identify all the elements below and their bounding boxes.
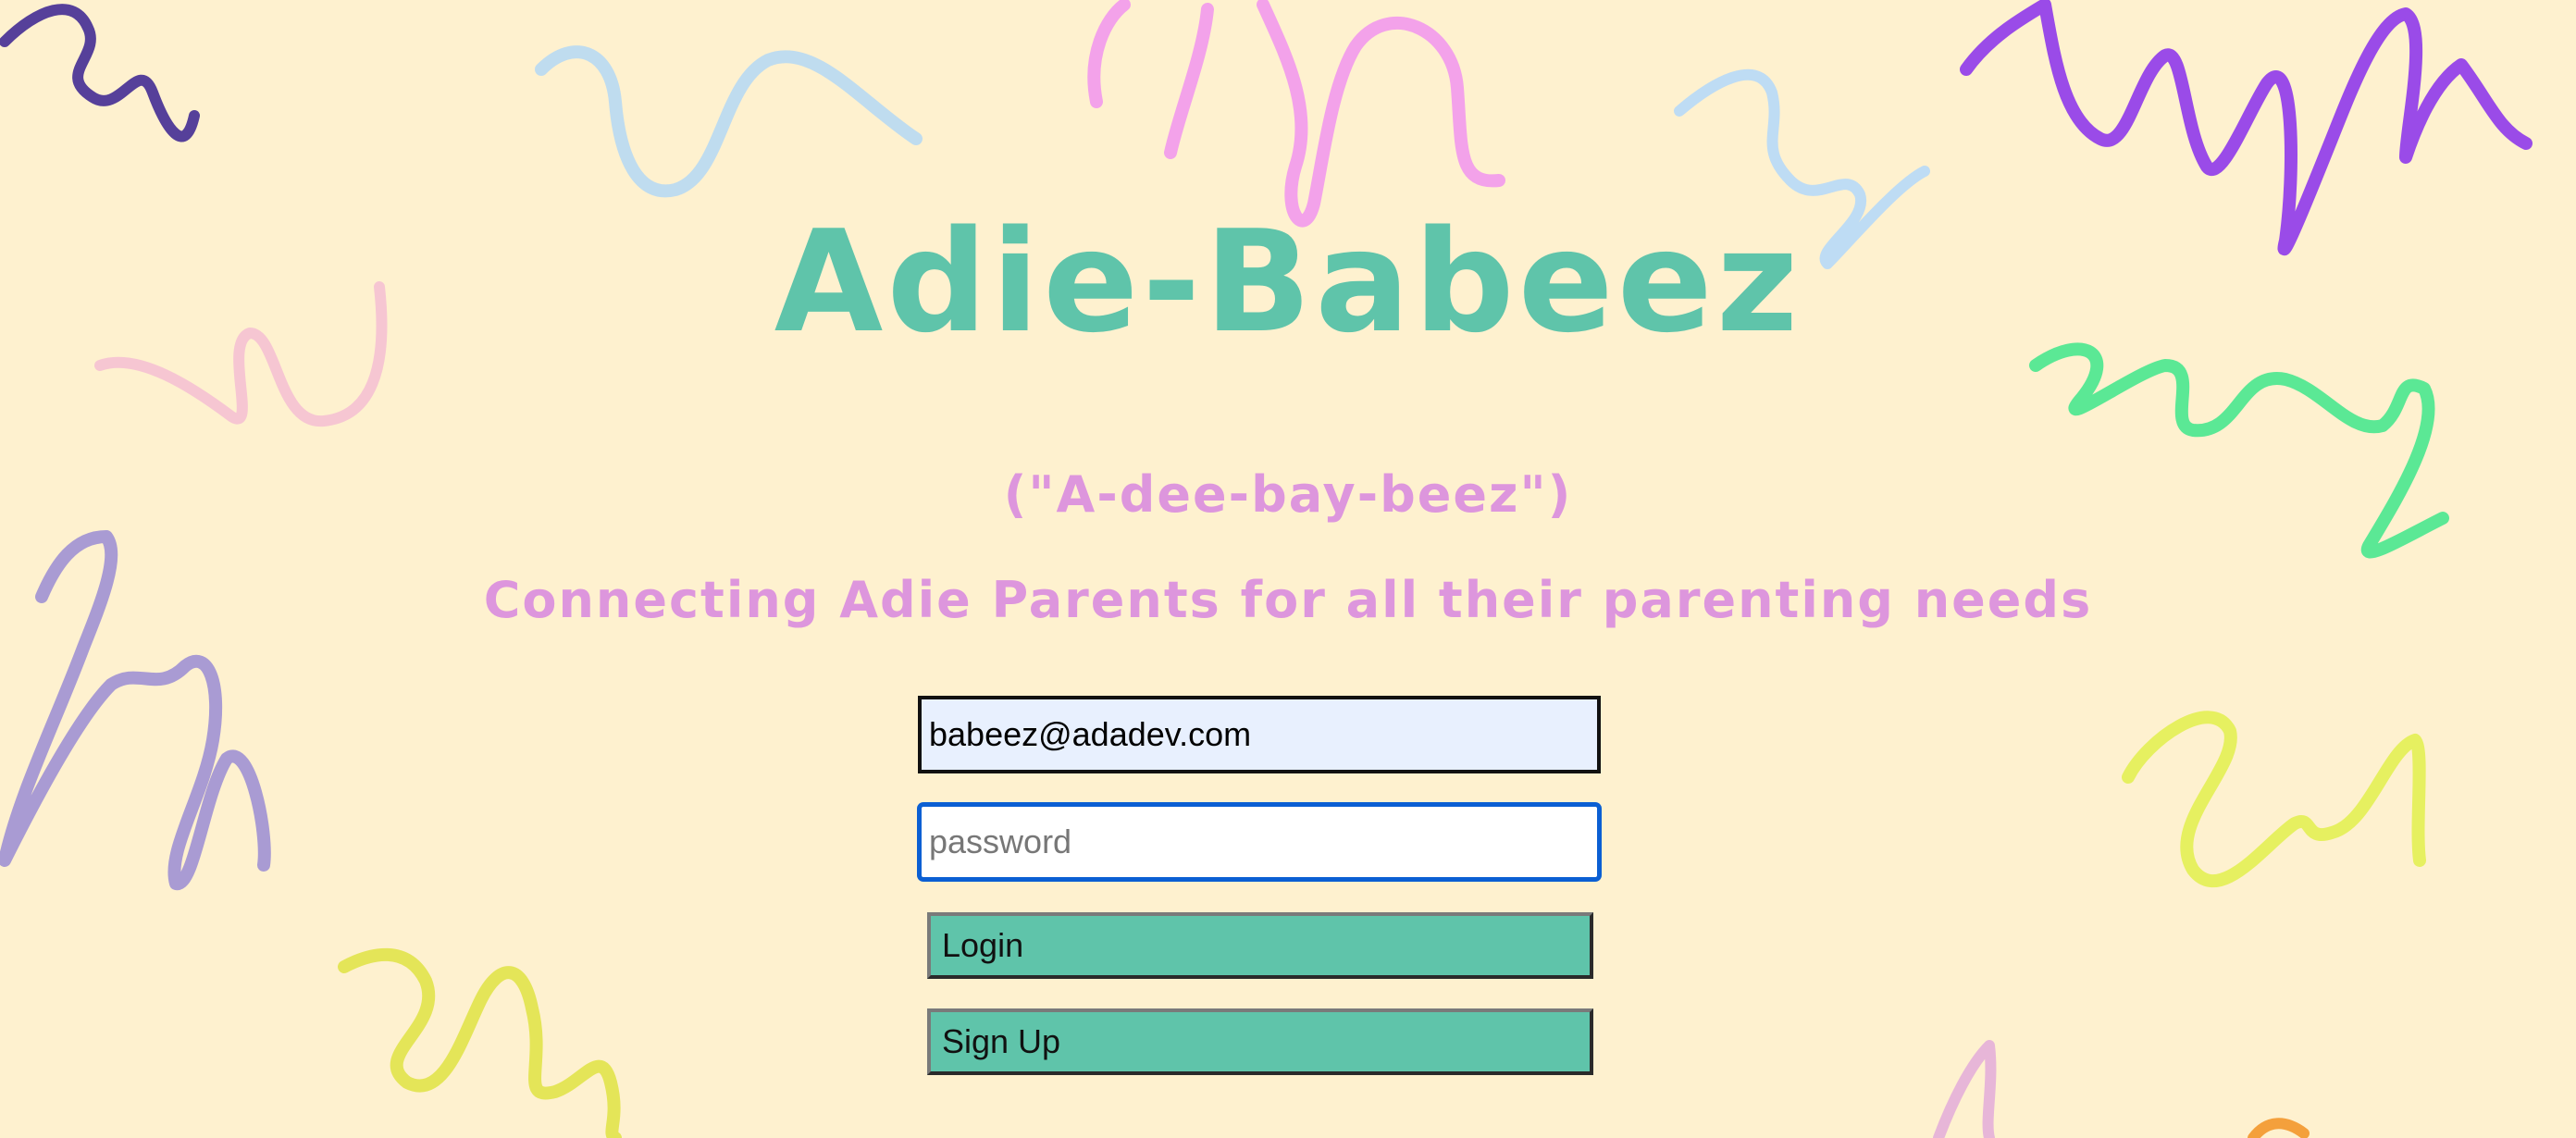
tagline: Connecting Adie Parents for all their pa…	[483, 571, 2093, 629]
squiggle-yellow-2	[338, 947, 622, 1138]
password-field[interactable]	[918, 803, 1601, 881]
app-title: Adie-Babeez	[774, 200, 1802, 364]
squiggle-mauve	[1933, 1040, 1997, 1138]
login-button[interactable]: Login	[927, 912, 1593, 979]
squiggle-lightblue-1	[535, 45, 923, 198]
squiggle-pink-1	[1087, 0, 1505, 228]
squiggle-navy	[0, 4, 200, 142]
email-field[interactable]	[918, 696, 1601, 773]
login-form: Login Sign Up	[918, 696, 1603, 1081]
squiggle-yellow-1	[2122, 711, 2426, 888]
signup-button[interactable]: Sign Up	[927, 1008, 1593, 1075]
squiggle-orange	[2248, 1118, 2310, 1138]
pronunciation-subtitle: ("A-dee-bay-beez")	[1003, 465, 1573, 524]
